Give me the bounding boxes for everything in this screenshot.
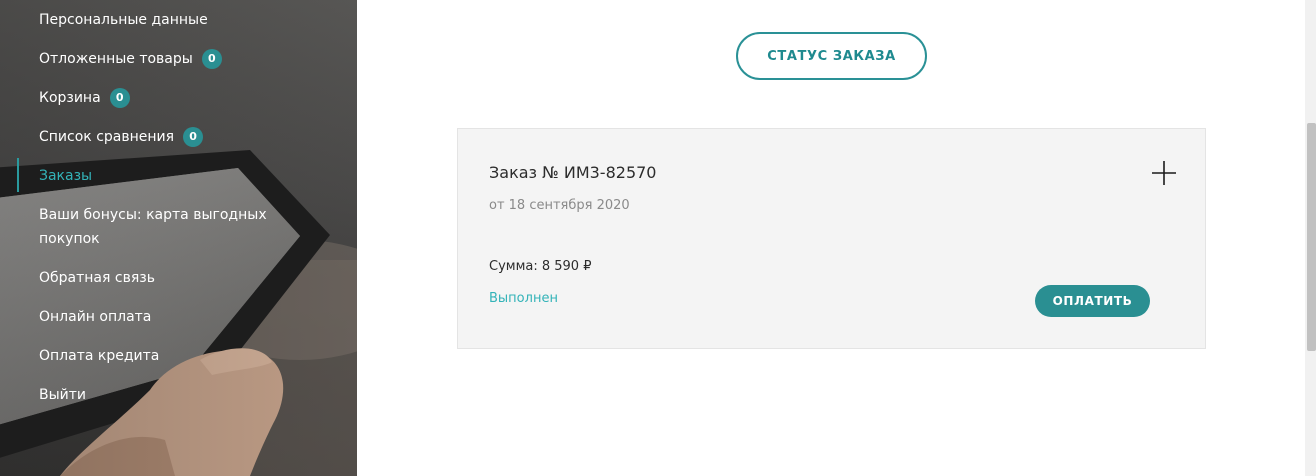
sidebar-item-bonuses[interactable]: Ваши бонусы: карта выгодных покупок bbox=[39, 203, 269, 251]
sidebar-item-cart[interactable]: Корзина 0 bbox=[39, 86, 130, 110]
order-card: Заказ № ИМ3-82570 от 18 сентября 2020 Су… bbox=[457, 128, 1206, 349]
sidebar-item-label: Обратная связь bbox=[39, 270, 155, 286]
sidebar-item-label: Отложенные товары bbox=[39, 51, 193, 67]
plus-icon[interactable] bbox=[1151, 160, 1177, 186]
order-status-button[interactable]: СТАТУС ЗАКАЗА bbox=[736, 32, 927, 80]
sidebar-item-personal-data[interactable]: Персональные данные bbox=[39, 8, 208, 32]
count-badge: 0 bbox=[109, 88, 130, 108]
pay-button[interactable]: ОПЛАТИТЬ bbox=[1035, 285, 1150, 317]
count-badge: 0 bbox=[183, 127, 204, 147]
scrollbar-thumb[interactable] bbox=[1307, 123, 1316, 351]
order-status: Выполнен bbox=[489, 291, 558, 306]
sidebar-item-credit-payment[interactable]: Оплата кредита bbox=[39, 344, 159, 368]
sidebar-item-label: Заказы bbox=[39, 168, 93, 184]
sidebar-item-feedback[interactable]: Обратная связь bbox=[39, 266, 155, 290]
sidebar-item-wishlist[interactable]: Отложенные товары 0 bbox=[39, 47, 222, 71]
active-indicator bbox=[17, 158, 19, 192]
count-badge: 0 bbox=[201, 49, 222, 69]
order-date: от 18 сентября 2020 bbox=[489, 198, 630, 213]
sidebar-item-label: Оплата кредита bbox=[39, 348, 160, 364]
sidebar-item-logout[interactable]: Выйти bbox=[39, 383, 86, 407]
order-sum: Сумма: 8 590 ₽ bbox=[489, 259, 592, 274]
account-sidebar: Персональные данные Отложенные товары 0 … bbox=[0, 0, 357, 476]
order-title: Заказ № ИМ3-82570 bbox=[489, 163, 657, 182]
sidebar-item-online-payment[interactable]: Онлайн оплата bbox=[39, 305, 151, 329]
sidebar-item-label: Ваши бонусы: карта выгодных покупок bbox=[39, 207, 267, 247]
sidebar-item-orders[interactable]: Заказы bbox=[39, 164, 92, 188]
sidebar-item-compare[interactable]: Список сравнения 0 bbox=[39, 125, 204, 149]
sidebar-item-label: Выйти bbox=[39, 387, 87, 403]
sidebar-item-label: Персональные данные bbox=[39, 12, 208, 28]
sidebar-item-label: Корзина bbox=[39, 90, 101, 106]
sidebar-item-label: Онлайн оплата bbox=[39, 309, 152, 325]
orders-page: Персональные данные Отложенные товары 0 … bbox=[0, 0, 1316, 476]
sidebar-item-label: Список сравнения bbox=[39, 129, 175, 145]
